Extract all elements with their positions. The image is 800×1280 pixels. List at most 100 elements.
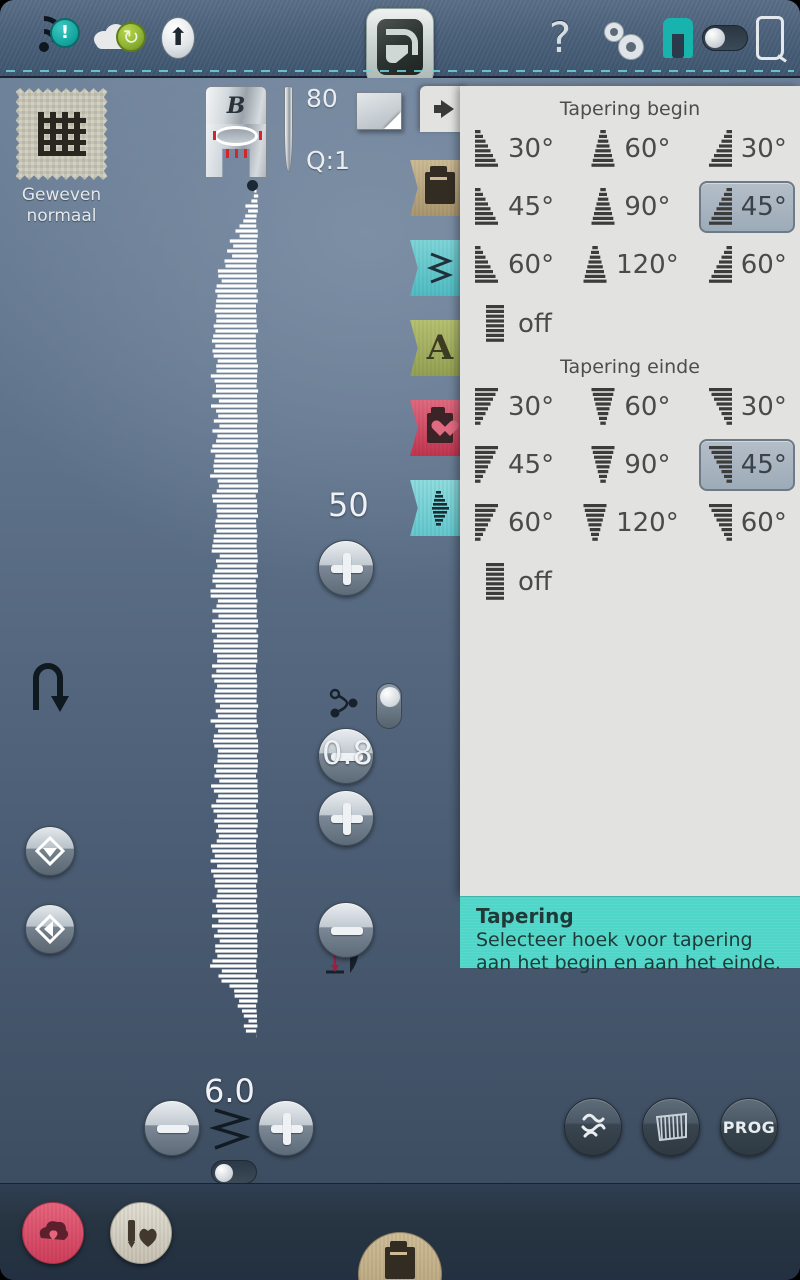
machine-logo-icon[interactable] <box>366 8 434 86</box>
taper-begin-center-90[interactable]: 90° <box>574 181 687 233</box>
width-decrease-button[interactable] <box>144 1100 200 1156</box>
thread-cutter-button[interactable] <box>564 1098 622 1156</box>
manual-book-icon-bottom <box>385 1241 415 1279</box>
needle-plate-button[interactable] <box>642 1098 700 1156</box>
bottom-bar <box>0 1183 800 1280</box>
fabric-swatch-icon <box>15 88 108 180</box>
taper-begin-right-30[interactable]: 30° <box>699 123 795 175</box>
zigzag-width-icon <box>209 1108 251 1150</box>
tapering-end-title: Tapering einde <box>560 356 700 378</box>
taper-end-left-60[interactable]: 60° <box>466 497 562 549</box>
zigzag-stitch-icon <box>426 252 454 284</box>
personal-menu-button[interactable] <box>110 1202 172 1264</box>
cloud-sync-icon[interactable] <box>92 12 152 64</box>
reverse-sew-icon[interactable] <box>28 658 78 714</box>
needle-indicator[interactable]: 80 Q:1 <box>284 84 350 175</box>
manual-button[interactable] <box>358 1232 442 1280</box>
info-box: Tapering Selecteer hoek voor tapering aa… <box>460 896 800 974</box>
taper-begin-left-60[interactable]: 60° <box>466 239 562 291</box>
taper-end-right-30[interactable]: 30° <box>699 381 795 433</box>
program-button[interactable]: PROG <box>720 1098 778 1156</box>
stitch-length-value: 0.8 <box>322 734 373 772</box>
thread-knot-icon <box>581 1113 606 1138</box>
taper-end-center-60[interactable]: 60° <box>574 381 687 433</box>
up-arrow-icon: ⬆ <box>161 17 195 59</box>
minus-bar-h3 <box>157 1125 189 1133</box>
diamond-left-icon <box>35 914 65 944</box>
fabric-label: Geweven normaal <box>21 185 102 226</box>
wifi-alert-icon[interactable]: ! <box>15 7 84 65</box>
tapering-panel: Tapering begin 30° 60° 30° 45° 90° 45° 60° 120°… <box>460 86 800 896</box>
tapering-end-grid: 30° 60° 30° 45° 90° 45° 60° 120° 60° <box>460 378 800 552</box>
taper-begin-left-45[interactable]: 45° <box>466 181 562 233</box>
plus-bar-v3 <box>283 1113 291 1145</box>
presser-foot-letter: B <box>205 86 267 126</box>
taper-end-left-45[interactable]: 45° <box>466 439 562 491</box>
stitch-start-dot <box>247 180 258 191</box>
fabric-selector[interactable]: Geweven normaal <box>14 88 109 227</box>
taper-option-label: 45° <box>740 450 787 480</box>
presser-foot-indicator[interactable]: B <box>200 86 272 178</box>
plus-bar-v2 <box>343 803 351 835</box>
help-icon[interactable]: ? <box>536 12 584 64</box>
taper-option-label: 60° <box>740 250 787 280</box>
mobile-device-icon[interactable] <box>748 12 792 64</box>
foot-marker-c2 <box>235 149 238 158</box>
foot-marker-left <box>213 131 216 140</box>
taper-end-right-60[interactable]: 60° <box>699 497 795 549</box>
status-bar: ! ⬆ ? <box>0 0 800 86</box>
gear-large-icon <box>618 34 644 60</box>
taper-end-off[interactable]: off <box>460 556 800 608</box>
taper-option-label: 90° <box>624 192 671 222</box>
help-glyph: ? <box>548 13 572 62</box>
stitch-page-icon[interactable] <box>356 92 402 130</box>
length-decrease-button[interactable] <box>318 902 374 958</box>
taper-option-label: 30° <box>740 392 787 422</box>
foot-marker-c1 <box>226 149 229 158</box>
taper-begin-right-60[interactable]: 60° <box>699 239 795 291</box>
taper-option-label: 45° <box>508 450 555 480</box>
needle-icon <box>284 86 293 172</box>
phone-glyph <box>756 16 784 60</box>
taper-option-label: 45° <box>508 192 555 222</box>
logo-glyph <box>377 19 423 75</box>
plus-bar-v <box>343 553 351 585</box>
sync-arrows-icon <box>116 22 146 52</box>
settings-gear-icon[interactable] <box>598 12 654 64</box>
alphabet-icon[interactable] <box>660 12 696 64</box>
taper-begin-right-45[interactable]: 45° <box>698 181 795 233</box>
taper-begin-center-120[interactable]: 120° <box>574 239 687 291</box>
taper-off-label: off <box>518 309 552 339</box>
save-favorite-button[interactable] <box>22 1202 84 1264</box>
taper-option-label: 120° <box>616 508 679 538</box>
width-increase-button[interactable] <box>258 1100 314 1156</box>
letter-a-icon: A <box>426 328 454 368</box>
foot-marker-c3 <box>244 149 247 158</box>
stitch-width-value: 6.0 <box>204 1072 255 1110</box>
pen-heart-icon <box>128 1220 157 1248</box>
info-description: Selecteer hoek voor tapering aan het beg… <box>476 929 781 974</box>
taper-end-center-90[interactable]: 90° <box>574 439 687 491</box>
display-toggle[interactable] <box>700 12 750 64</box>
presser-foot-opening <box>214 126 258 146</box>
taper-end-left-30[interactable]: 30° <box>466 381 562 433</box>
software-update-icon[interactable]: ⬆ <box>152 12 204 64</box>
arrow-right-icon <box>434 100 454 118</box>
needle-position-button[interactable] <box>25 904 75 954</box>
density-increase-button[interactable] <box>318 540 374 596</box>
taper-option-label: 60° <box>740 508 787 538</box>
taper-option-label: 90° <box>624 450 671 480</box>
needle-stop-down-button[interactable] <box>25 826 75 876</box>
letter-a-glyph <box>663 18 693 58</box>
taper-begin-left-30[interactable]: 30° <box>466 123 562 175</box>
taper-begin-center-60[interactable]: 60° <box>574 123 687 175</box>
length-increase-button[interactable] <box>318 790 374 846</box>
density-toggle[interactable] <box>376 683 402 729</box>
machine-screen: ! ⬆ ? <box>0 0 800 1280</box>
taper-end-right-45[interactable]: 45° <box>698 439 795 491</box>
taper-end-center-120[interactable]: 120° <box>574 497 687 549</box>
width-toggle[interactable] <box>211 1160 257 1184</box>
weave-pattern <box>37 112 86 156</box>
needle-quality-value: Q:1 <box>306 146 351 175</box>
taper-begin-off[interactable]: off <box>460 298 800 350</box>
